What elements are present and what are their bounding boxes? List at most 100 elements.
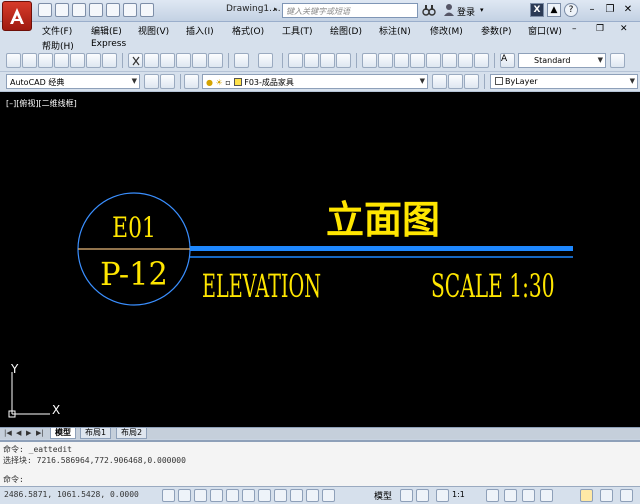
quick-view-layouts-icon[interactable] (400, 489, 413, 502)
cursor-coordinates[interactable]: 2486.5871, 1061.5428, 0.0000 (4, 490, 139, 499)
menu-window[interactable]: 窗口(W) (528, 24, 562, 37)
workspace-combo[interactable]: AutoCAD 经典 ▼ (6, 74, 140, 89)
redo-toolbar-icon[interactable] (258, 53, 273, 68)
login-link[interactable]: 登录 (457, 5, 475, 18)
copy-icon[interactable] (144, 53, 159, 68)
binoculars-icon[interactable] (422, 3, 436, 17)
markup-icon[interactable] (426, 53, 441, 68)
preview-icon[interactable] (70, 53, 85, 68)
qnew-icon[interactable] (6, 53, 21, 68)
first-tab-icon[interactable]: |◀ (4, 429, 12, 437)
model-space-button[interactable]: 模型 (374, 489, 392, 502)
workspace-switching-icon[interactable] (504, 489, 517, 502)
object-snap-icon[interactable] (242, 489, 255, 502)
cut-icon[interactable] (128, 53, 143, 68)
workspace-settings-icon[interactable] (144, 74, 159, 89)
save-toolbar-icon[interactable] (38, 53, 53, 68)
infer-constraints-icon[interactable] (162, 489, 175, 502)
prev-tab-icon[interactable]: ◀ (16, 429, 21, 437)
print-toolbar-icon[interactable] (54, 53, 69, 68)
redo-icon[interactable] (140, 3, 154, 17)
save-as-icon[interactable] (89, 3, 103, 17)
polar-tracking-icon[interactable] (226, 489, 239, 502)
close-icon[interactable]: ✕ (620, 2, 636, 18)
menu-parameters[interactable]: 参数(P) (481, 24, 511, 37)
menu-dimension[interactable]: 标注(N) (379, 24, 411, 37)
menu-close-icon[interactable]: ✕ (620, 24, 628, 34)
help-icon[interactable]: ? (564, 3, 578, 17)
text-style-combo[interactable]: Standard ▼ (518, 53, 606, 68)
3d-dwf-icon[interactable] (102, 53, 117, 68)
dynamic-ucs-icon[interactable] (290, 489, 303, 502)
lock-ui-icon[interactable] (522, 489, 535, 502)
login-dropdown-icon[interactable]: ▾ (480, 6, 484, 14)
paste-icon[interactable] (160, 53, 175, 68)
menu-express[interactable]: Express (91, 39, 126, 49)
menu-restore-icon[interactable]: ❐ (596, 24, 604, 34)
pan-icon[interactable] (288, 53, 303, 68)
publish-icon[interactable] (86, 53, 101, 68)
dynamic-input-icon[interactable] (306, 489, 319, 502)
undo-toolbar-icon[interactable] (234, 53, 249, 68)
circle-top-label[interactable]: E01 (112, 211, 156, 243)
menu-file[interactable]: 文件(F) (42, 24, 72, 37)
object-snap-tracking-icon[interactable] (274, 489, 287, 502)
design-center-icon[interactable] (378, 53, 393, 68)
open-icon[interactable] (22, 53, 37, 68)
zoom-previous-icon[interactable] (336, 53, 351, 68)
annotation-icon[interactable] (474, 53, 489, 68)
menu-draw[interactable]: 绘图(D) (330, 24, 362, 37)
3d-osnap-icon[interactable] (258, 489, 271, 502)
menu-minimize-icon[interactable]: – (572, 24, 577, 34)
scale-label[interactable]: SCALE 1:30 (431, 268, 555, 305)
status-menu-icon[interactable] (600, 489, 613, 502)
title-expand-icon[interactable]: ▸ (274, 5, 278, 13)
isolate-objects-icon[interactable] (580, 489, 593, 502)
command-prompt[interactable]: 命令: (3, 474, 24, 485)
match-properties-icon[interactable] (176, 53, 191, 68)
zoom-window-icon[interactable] (320, 53, 335, 68)
circle-bottom-label[interactable]: P-12 (100, 256, 168, 293)
layer-state-icon[interactable] (464, 74, 479, 89)
help-search-input[interactable]: 键入关键字或短语 (282, 3, 418, 18)
annotation-visibility-icon[interactable] (486, 489, 499, 502)
communication-icon[interactable]: ▲ (547, 3, 561, 17)
user-icon[interactable] (443, 3, 455, 17)
tool-palettes-icon[interactable] (394, 53, 409, 68)
menu-modify[interactable]: 修改(M) (430, 24, 463, 37)
drawing-title-cn[interactable]: 立面图 (326, 197, 440, 242)
title-bar-thick[interactable] (190, 246, 573, 251)
menu-tools[interactable]: 工具(T) (282, 24, 313, 37)
drawing-title-en[interactable]: ELEVATION (202, 269, 321, 305)
menu-insert[interactable]: 插入(I) (186, 24, 214, 37)
annotation-scale[interactable]: 1:1 (452, 490, 465, 499)
layer-manager-icon[interactable] (184, 74, 199, 89)
edit-icon[interactable] (208, 53, 223, 68)
layer-combo[interactable]: ● ☀ ▫ F03-成品家具 ▼ (202, 74, 428, 89)
lineweight-icon[interactable] (322, 489, 335, 502)
properties-icon[interactable] (362, 53, 377, 68)
grid-display-icon[interactable] (194, 489, 207, 502)
sheet-set-icon[interactable] (410, 53, 425, 68)
menu-view[interactable]: 视图(V) (138, 24, 169, 37)
new-file-icon[interactable] (38, 3, 52, 17)
customize-icon[interactable] (160, 74, 175, 89)
exchange-icon[interactable]: X (530, 3, 544, 17)
snap-mode-icon[interactable] (178, 489, 191, 502)
minimize-icon[interactable]: – (584, 2, 600, 18)
quickcalc-icon[interactable] (442, 53, 457, 68)
help-toolbar-icon[interactable] (458, 53, 473, 68)
dim-style-icon[interactable] (610, 53, 625, 68)
save-icon[interactable] (72, 3, 86, 17)
quick-view-drawings-icon[interactable] (416, 489, 429, 502)
layer-previous-icon[interactable] (448, 74, 463, 89)
color-combo[interactable]: ByLayer ▼ (490, 74, 638, 89)
text-style-icon[interactable]: A (500, 53, 515, 68)
last-tab-icon[interactable]: ▶| (36, 429, 44, 437)
hardware-acceleration-icon[interactable] (540, 489, 553, 502)
tab-layout1[interactable]: 布局1 (80, 428, 112, 439)
clean-screen-icon[interactable] (620, 489, 633, 502)
application-menu-icon[interactable] (2, 1, 32, 31)
next-tab-icon[interactable]: ▶ (26, 429, 31, 437)
drawing-canvas[interactable]: [–][俯视][二维线框] E01 P-12 立面图 ELEVATION SCA… (0, 92, 640, 427)
